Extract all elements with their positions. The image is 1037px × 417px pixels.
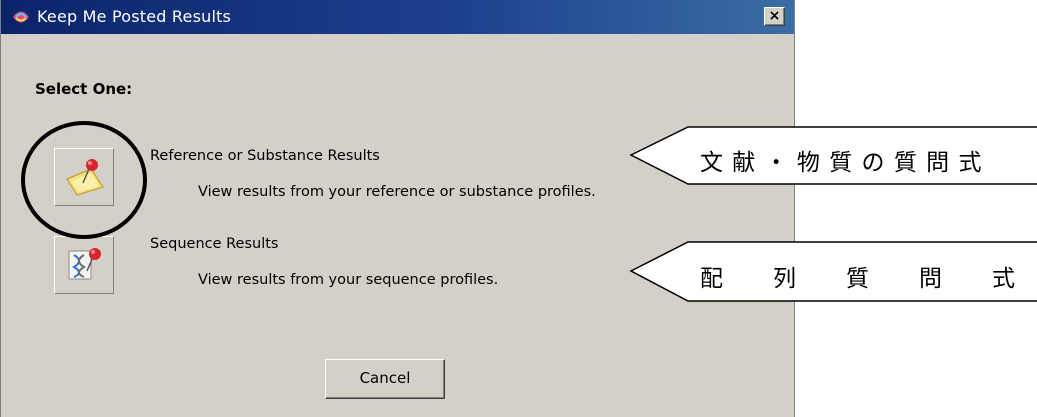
callout-2-char: 質	[846, 266, 869, 292]
callout-2-char: 配	[700, 266, 723, 292]
highlight-circle	[21, 121, 147, 239]
callout-2-char: 列	[773, 266, 796, 292]
annotation-overlay	[21, 121, 1037, 302]
callout-2-char: 式	[992, 266, 1015, 292]
callout-1-text: 文 献 ・ 物 質 の 質 問 式	[700, 150, 983, 176]
callout-2-shape	[629, 241, 1037, 302]
callout-2-char: 問	[919, 266, 942, 292]
